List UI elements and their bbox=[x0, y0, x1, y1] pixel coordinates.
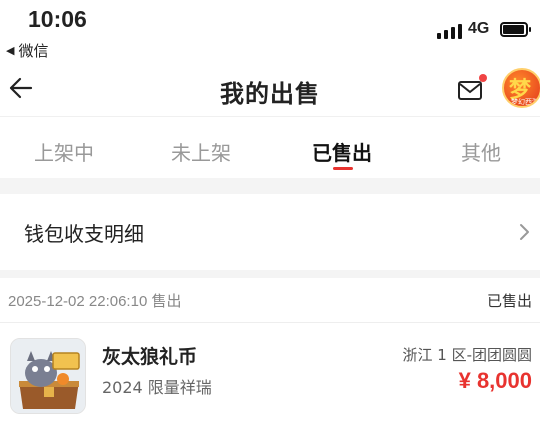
messages-button[interactable] bbox=[456, 74, 487, 104]
avatar[interactable]: 梦 梦幻西游 bbox=[502, 68, 540, 108]
nav-bar: 我的出售 梦 梦幻西游 bbox=[0, 64, 540, 116]
avatar-subtext: 梦幻西游 bbox=[511, 98, 539, 106]
wallet-details-label: 钱包收支明细 bbox=[24, 222, 144, 246]
tab-listed[interactable]: 上架中 bbox=[34, 137, 94, 166]
tab-bar: 上架中 未上架 已售出 其他 bbox=[0, 116, 540, 178]
back-triangle-icon: ◀ bbox=[6, 44, 15, 57]
server-name: 浙江 1 区-团团圆圆 bbox=[402, 346, 533, 364]
chevron-right-icon bbox=[520, 224, 529, 240]
back-app-label: 微信 bbox=[18, 42, 49, 60]
network-type: 4G bbox=[468, 20, 490, 37]
signal-icon bbox=[437, 24, 462, 39]
back-to-app-link[interactable]: ◀ 微信 bbox=[6, 40, 48, 61]
tab-other[interactable]: 其他 bbox=[461, 137, 501, 166]
active-tab-indicator bbox=[333, 167, 353, 170]
tab-unlisted[interactable]: 未上架 bbox=[171, 137, 231, 166]
order-status: 已售出 bbox=[486, 292, 532, 310]
item-description: 2024 限量祥瑞 bbox=[102, 378, 212, 397]
treasure-chest-icon bbox=[11, 339, 85, 413]
status-bar: 10:06 ◀ 微信 4G bbox=[0, 0, 540, 64]
item-name: 灰太狼礼币 bbox=[102, 346, 198, 368]
order-time: 2025-12-02 22:06:10 售出 bbox=[8, 293, 182, 310]
notification-dot bbox=[479, 74, 487, 82]
wallet-details-row[interactable]: 钱包收支明细 bbox=[0, 194, 540, 270]
divider bbox=[0, 322, 540, 323]
item-thumbnail bbox=[10, 338, 86, 414]
order-card[interactable]: 2025-12-02 22:06:10 售出 已售出 灰太狼礼币 2024 限量… bbox=[0, 278, 540, 426]
battery-icon bbox=[500, 22, 531, 37]
status-time: 10:06 bbox=[28, 6, 87, 32]
item-price: ¥ 8,000 bbox=[458, 368, 532, 393]
tab-sold[interactable]: 已售出 bbox=[312, 137, 372, 166]
